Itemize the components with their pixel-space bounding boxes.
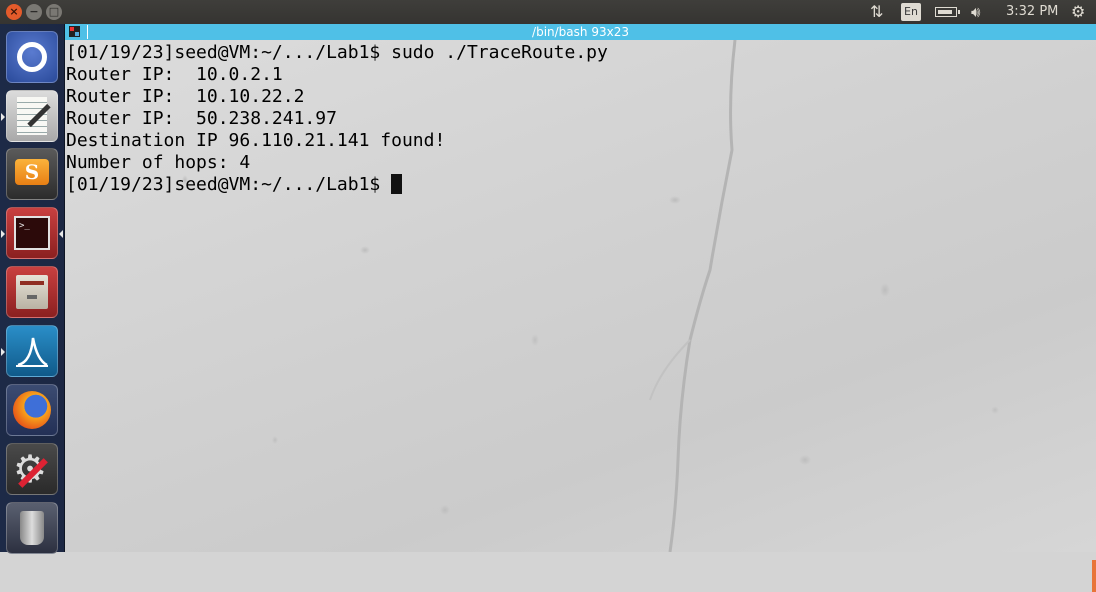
- terminal-output: [01/19/23]seed@VM:~/.../Lab1$ sudo ./Tra…: [66, 42, 608, 196]
- terminal-line: Router IP: 10.10.22.2: [66, 86, 305, 107]
- power-gear-icon[interactable]: ⚙: [1071, 0, 1085, 24]
- terminal-icon: >_: [14, 216, 50, 250]
- terminal-line: Number of hops: 4: [66, 152, 251, 173]
- terminal-prompt-line: [01/19/23]seed@VM:~/.../Lab1$: [66, 174, 608, 196]
- launcher-system-settings-button[interactable]: ⚙: [6, 443, 58, 495]
- launcher-files-button[interactable]: [6, 266, 58, 318]
- launcher-firefox-button[interactable]: [6, 384, 58, 436]
- launcher-terminal-button[interactable]: >_: [1, 207, 63, 259]
- launcher-dash-button[interactable]: [6, 31, 58, 83]
- clock[interactable]: 3:32 PM: [1006, 0, 1058, 24]
- battery-icon[interactable]: [935, 7, 960, 17]
- maximize-window-button[interactable]: □: [46, 4, 62, 20]
- firefox-icon: [13, 391, 51, 429]
- terminal-cursor: [391, 174, 403, 194]
- close-window-button[interactable]: ×: [6, 4, 22, 20]
- text-editor-icon: [17, 97, 47, 135]
- running-indicator: [1, 230, 5, 238]
- terminal-line: [01/19/23]seed@VM:~/.../Lab1$ sudo ./Tra…: [66, 42, 608, 63]
- running-indicator: [1, 113, 5, 121]
- volume-icon[interactable]: 🔊︎: [971, 0, 980, 24]
- running-indicator: [1, 348, 5, 356]
- terminal-line: Router IP: 50.238.241.97: [66, 108, 337, 129]
- terminal-title: /bin/bash 93x23: [532, 25, 629, 39]
- network-updown-icon[interactable]: ⇅: [870, 0, 883, 24]
- launcher-wireshark-button[interactable]: [1, 325, 58, 377]
- ubuntu-logo-icon: [17, 42, 47, 72]
- launcher: S >_ ⚙: [0, 24, 65, 554]
- terminal-line: Router IP: 10.0.2.1: [66, 64, 283, 85]
- active-indicator: [59, 230, 63, 238]
- terminal-titlebar[interactable]: /bin/bash 93x23: [65, 24, 1096, 40]
- launcher-sublime-text-button[interactable]: S: [6, 148, 58, 200]
- terminal-body[interactable]: [01/19/23]seed@VM:~/.../Lab1$ sudo ./Tra…: [65, 40, 1096, 592]
- terminal-line: Destination IP 96.110.21.141 found!: [66, 130, 446, 151]
- top-panel: × − □ ⇅ En 🔊︎ 3:32 PM ⚙: [0, 0, 1096, 24]
- scroll-indicator: [1092, 560, 1096, 592]
- terminal-prompt: [01/19/23]seed@VM:~/.../Lab1$: [66, 174, 381, 195]
- minimize-window-button[interactable]: −: [26, 4, 42, 20]
- keyboard-layout-indicator[interactable]: En: [901, 3, 921, 21]
- wireshark-icon: [16, 337, 48, 367]
- launcher-trash-button[interactable]: [6, 502, 58, 554]
- launcher-text-editor-button[interactable]: [1, 90, 58, 142]
- trash-icon: [20, 511, 44, 545]
- file-cabinet-icon: [16, 275, 48, 309]
- terminal-menu-icon[interactable]: [69, 26, 80, 37]
- sublime-text-icon: S: [15, 159, 49, 185]
